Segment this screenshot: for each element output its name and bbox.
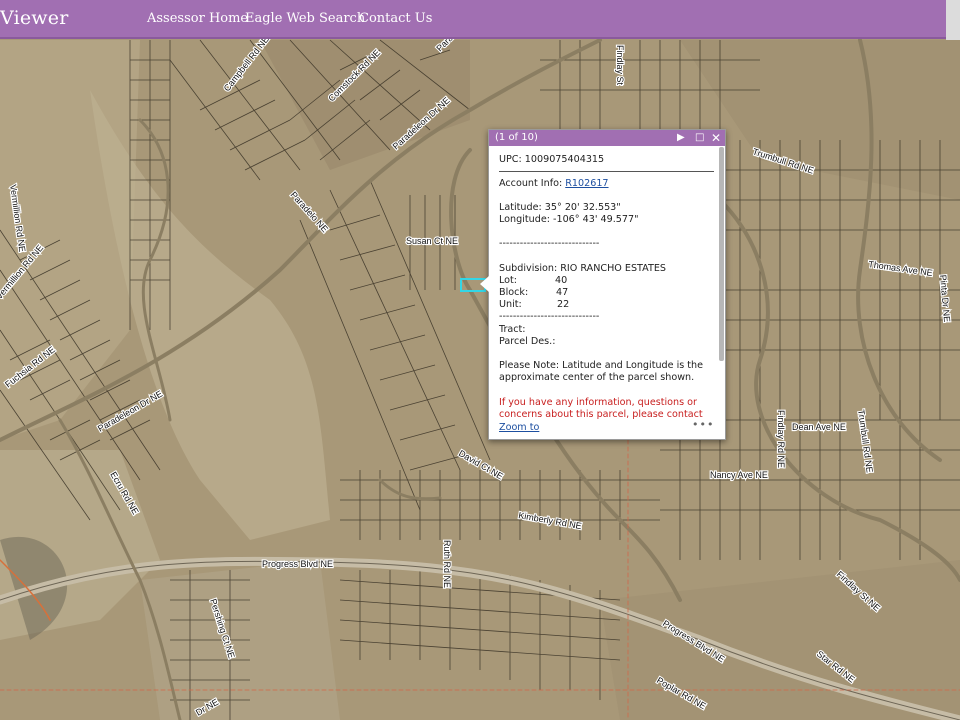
unit-row: Unit: 22 [499, 299, 569, 311]
nav-link-eagle-web-search[interactable]: Eagle Web Search [245, 11, 365, 26]
street-label: Susan Ct NE [406, 236, 458, 246]
tract: Tract: [499, 324, 526, 335]
separator: ----------------------------- [499, 238, 600, 249]
block-row: Block: 47 [499, 287, 568, 299]
aerial-parcel-map[interactable]: Campbell Rd NE Comstock Rd NE Paradeleon… [0, 0, 960, 720]
more-actions-icon[interactable]: ••• [692, 418, 714, 431]
longitude: Longitude: -106° 43' 49.577" [499, 214, 639, 225]
popup-record-count: (1 of 10) [495, 132, 538, 143]
next-record-icon[interactable]: ▶ [677, 131, 685, 145]
account-label: Account Info: [499, 178, 566, 189]
note-line-2: approximate center of the parcel shown. [499, 372, 695, 383]
zoom-to-link[interactable]: Zoom to [499, 422, 539, 433]
street-label: Nancy Ave NE [710, 470, 768, 480]
top-navigation-bar: Viewer Assessor Home Eagle Web Search Co… [0, 0, 946, 39]
popup-scrollbar[interactable] [719, 147, 724, 361]
popup-pointer [480, 276, 489, 292]
unit-value: 22 [557, 299, 570, 310]
street-label: Findlay Rd NE [776, 410, 786, 468]
account-info: Account Info: R102617 [499, 178, 609, 190]
upc: UPC: 1009075404315 [499, 154, 605, 165]
warning-line-2: concerns about this parcel, please conta… [499, 409, 703, 420]
street-label: Ruth Rd NE [442, 540, 452, 588]
unit-label: Unit: [499, 299, 522, 310]
nav-link-assessor-home[interactable]: Assessor Home [147, 11, 248, 26]
parcel-info-popup: (1 of 10) ▶ □ ✕ UPC: 1009075404315 Accou… [480, 129, 726, 440]
separator: ----------------------------- [499, 311, 600, 322]
street-label: Progress Blvd NE [262, 559, 333, 569]
lot-label: Lot: [499, 275, 518, 286]
maximize-icon[interactable]: □ [695, 131, 704, 145]
window-scrollbar[interactable] [946, 0, 960, 40]
account-link[interactable]: R102617 [565, 178, 608, 189]
popup-header: (1 of 10) ▶ □ ✕ [489, 130, 725, 146]
lot-row: Lot: 40 [499, 275, 567, 287]
divider [499, 171, 714, 172]
street-label: Findlay St [615, 45, 625, 86]
latitude: Latitude: 35° 20' 32.553" [499, 202, 621, 213]
lot-value: 40 [555, 275, 568, 286]
app-title: Viewer [0, 7, 69, 29]
subdivision: Subdivision: RIO RANCHO ESTATES [499, 263, 666, 274]
nav-link-contact-us[interactable]: Contact Us [359, 11, 432, 26]
street-label: Dean Ave NE [792, 422, 846, 432]
note-line-1: Please Note: Latitude and Longitude is t… [499, 360, 704, 371]
block-label: Block: [499, 287, 529, 298]
warning-line-1: If you have any information, questions o… [499, 397, 697, 408]
parcel-description: Parcel Des.: [499, 336, 556, 347]
block-value: 47 [556, 287, 569, 298]
close-icon[interactable]: ✕ [711, 131, 721, 145]
